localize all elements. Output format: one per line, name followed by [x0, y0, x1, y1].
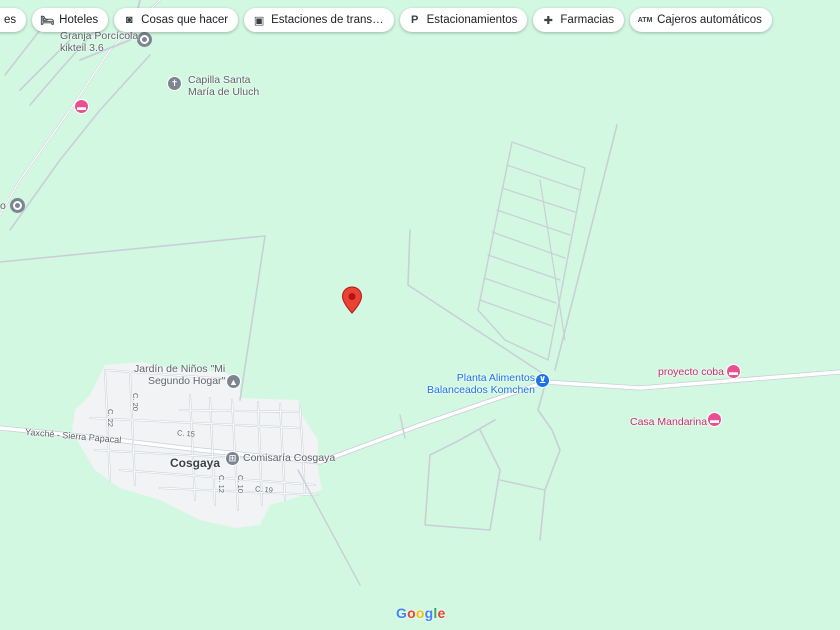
granja-label[interactable]: Granja Porcícola kikteil 3.6: [60, 30, 138, 54]
camera-icon: ◙: [125, 14, 133, 26]
comisaria-label[interactable]: Comisaría Cosgaya: [243, 452, 335, 464]
cross-icon[interactable]: ✝: [167, 76, 182, 91]
category-chip-bar: es 🛏 Hoteles ◙ Cosas que hacer ▣ Estacio…: [0, 8, 772, 32]
shopping-cart-icon[interactable]: ⊻: [535, 373, 550, 388]
police-badge-icon[interactable]: ⊞: [225, 451, 240, 466]
chip-partial[interactable]: es: [0, 8, 27, 32]
map-canvas[interactable]: Granja Porcícola kikteil 3.6 ✝ Capilla S…: [0, 0, 840, 630]
capilla-label[interactable]: Capilla Santa María de Uluch: [188, 74, 259, 98]
atm-icon: ATM: [637, 16, 653, 24]
bed-icon: 🛏: [40, 14, 55, 27]
place-icon[interactable]: [10, 198, 25, 213]
google-logo: Google: [396, 605, 446, 621]
street-label-c10: C. 10: [235, 475, 245, 493]
planta-label[interactable]: Planta Alimentos Balanceados Komchen: [427, 372, 535, 396]
bus-icon: ▣: [253, 14, 265, 27]
map-roads-layer: [0, 0, 840, 586]
jardin-label[interactable]: Jardín de Niños "Mi Segundo Hogar": [134, 363, 225, 387]
hotel-icon[interactable]: ▬: [707, 412, 722, 427]
pharmacy-icon: ✚: [543, 14, 554, 27]
street-label-c12: C. 12: [216, 475, 226, 493]
proyecto-label[interactable]: proyecto coba: [658, 366, 724, 378]
chip-hotels[interactable]: 🛏 Hoteles: [32, 8, 109, 32]
red-location-pin-icon[interactable]: [341, 286, 363, 314]
chip-atm[interactable]: ATM Cajeros automáticos: [630, 8, 772, 32]
graduation-cap-icon[interactable]: ▲: [226, 374, 241, 389]
street-label-c20: C. 20: [130, 393, 140, 411]
hotel-icon[interactable]: ▬: [74, 99, 89, 114]
hotel-icon[interactable]: ▬: [726, 364, 741, 379]
parking-icon: P: [410, 14, 419, 26]
farm-icon[interactable]: [137, 32, 152, 47]
street-label-c22: C. 22: [105, 409, 115, 427]
partial-place-label[interactable]: o: [0, 200, 6, 212]
chip-things-to-do[interactable]: ◙ Cosas que hacer: [114, 8, 239, 32]
street-label-c19: C. 19: [254, 484, 274, 495]
chip-parking[interactable]: P Estacionamientos: [399, 8, 528, 32]
street-label-c15: C. 15: [176, 428, 196, 439]
chip-pharmacies[interactable]: ✚ Farmacias: [533, 8, 625, 32]
chip-transit[interactable]: ▣ Estaciones de trans…: [244, 8, 394, 32]
casa-label[interactable]: Casa Mandarina: [630, 416, 707, 428]
town-label[interactable]: Cosgaya: [170, 457, 220, 469]
